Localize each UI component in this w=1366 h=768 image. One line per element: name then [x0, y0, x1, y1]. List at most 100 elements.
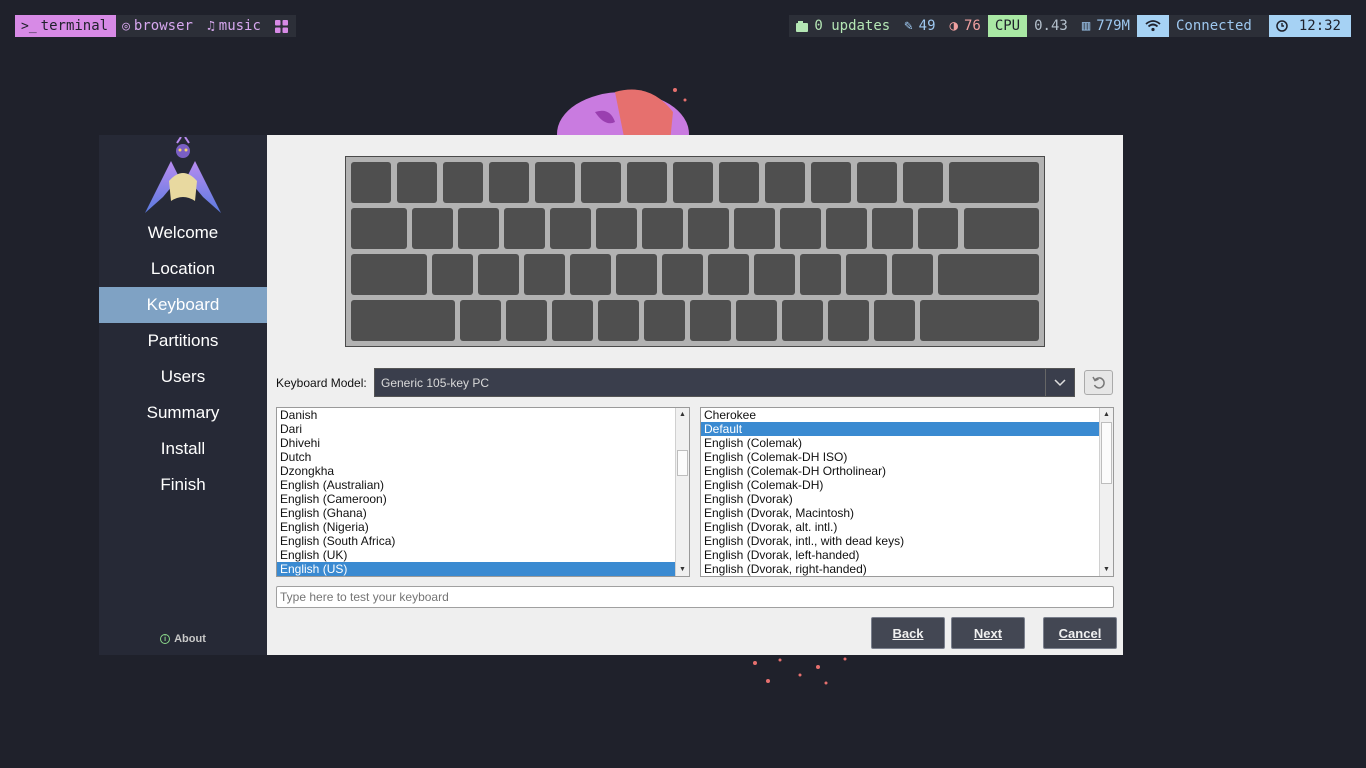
memory-chip-icon: ▥ [1081, 18, 1091, 34]
chevron-down-icon[interactable] [1045, 369, 1074, 396]
about-button[interactable]: i About [99, 633, 267, 645]
clock-time[interactable]: 12:32 [1294, 15, 1351, 37]
list-item[interactable]: English (Dvorak) [701, 492, 1099, 506]
list-item[interactable]: English (Ghana) [277, 506, 675, 520]
scroll-thumb[interactable] [677, 450, 688, 476]
scroll-thumb[interactable] [1101, 422, 1112, 484]
keycap [765, 162, 805, 203]
list-item[interactable]: English (Colemak) [701, 436, 1099, 450]
scroll-down-icon[interactable]: ▼ [676, 563, 689, 576]
brightness-value: 49 [918, 18, 936, 34]
reset-model-button[interactable] [1084, 370, 1113, 395]
keycap [596, 208, 637, 249]
list-item[interactable]: English (Nigeria) [277, 520, 675, 534]
list-item[interactable]: English (Dvorak, left-handed) [701, 548, 1099, 562]
list-item[interactable]: Dzongkha [277, 464, 675, 478]
step-welcome[interactable]: Welcome [99, 215, 267, 251]
keycap [351, 300, 455, 341]
layout-list[interactable]: Danish Dari Dhivehi Dutch Dzongkha English (A… [276, 407, 690, 577]
keycap [581, 162, 621, 203]
brightness-indicator[interactable]: ✎ 49 [897, 15, 942, 37]
distro-logo [145, 137, 221, 213]
memory-indicator[interactable]: ▥ 779M [1075, 15, 1137, 37]
list-item[interactable]: English (Dvorak, alt. intl.) [701, 520, 1099, 534]
status-area: 0 updates ✎ 49 ◑ 76 CPU 0.43 ▥ 779M Conn… [789, 15, 1351, 37]
keycap [351, 162, 391, 203]
package-icon [796, 20, 809, 32]
step-summary[interactable]: Summary [99, 395, 267, 431]
back-button[interactable]: Back [871, 617, 945, 649]
keycap [708, 254, 749, 295]
variant-list[interactable]: Cherokee Default English (Colemak) English … [700, 407, 1114, 577]
step-install[interactable]: Install [99, 431, 267, 467]
workspace-terminal[interactable]: >_ terminal [15, 15, 117, 37]
installer-window: Welcome Location Keyboard Partitions Use… [99, 135, 1123, 655]
keycap [460, 300, 501, 341]
list-item[interactable]: Danish [277, 408, 675, 422]
scroll-up-icon[interactable]: ▲ [1100, 408, 1113, 421]
keycap [397, 162, 437, 203]
list-item[interactable]: Cherokee [701, 408, 1099, 422]
updates-text: 0 updates [814, 18, 891, 34]
workspace-grid[interactable] [269, 15, 296, 37]
memory-value: 779M [1096, 18, 1130, 34]
cancel-button[interactable]: Cancel [1043, 617, 1117, 649]
contrast-icon: ◑ [949, 18, 958, 34]
workspace-browser[interactable]: ◎ browser [116, 15, 201, 37]
keycap [351, 254, 427, 295]
list-item[interactable]: Dutch [277, 450, 675, 464]
step-location[interactable]: Location [99, 251, 267, 287]
keyboard-model-label: Keyboard Model: [276, 376, 367, 390]
step-partitions[interactable]: Partitions [99, 323, 267, 359]
list-item[interactable]: English (Colemak-DH ISO) [701, 450, 1099, 464]
keyboard-model-select[interactable]: Generic 105-key PC [374, 368, 1075, 397]
clock-icon [1268, 15, 1295, 37]
list-item[interactable]: Dhivehi [277, 436, 675, 450]
keyboard-model-value: Generic 105-key PC [381, 375, 490, 390]
updates-indicator[interactable]: 0 updates [789, 15, 897, 37]
grid-icon [274, 19, 288, 33]
keycap [458, 208, 499, 249]
keycap [719, 162, 759, 203]
keycap [662, 254, 703, 295]
list-item[interactable]: English (Dvorak, right-handed) [701, 562, 1099, 576]
step-finish[interactable]: Finish [99, 467, 267, 503]
keycap [644, 300, 685, 341]
step-users[interactable]: Users [99, 359, 267, 395]
list-item[interactable]: English (Dvorak, intl., with dead keys) [701, 534, 1099, 548]
list-item[interactable]: English (South Africa) [277, 534, 675, 548]
list-item[interactable]: English (Cameroon) [277, 492, 675, 506]
list-item[interactable]: English (Australian) [277, 478, 675, 492]
terminal-icon: >_ [21, 18, 37, 34]
list-item[interactable]: English (Colemak-DH) [701, 478, 1099, 492]
keycap [570, 254, 611, 295]
scroll-up-icon[interactable]: ▲ [676, 408, 689, 421]
step-keyboard[interactable]: Keyboard [99, 287, 267, 323]
workspace-switcher: >_ terminal ◎ browser ♫ music [15, 15, 296, 37]
contrast-indicator[interactable]: ◑ 76 [943, 15, 988, 37]
list-item[interactable]: Default [701, 422, 1099, 436]
keycap [892, 254, 933, 295]
layout-scrollbar[interactable]: ▲ ▼ [675, 408, 689, 576]
next-button[interactable]: Next [951, 617, 1025, 649]
keyboard-test-input[interactable] [276, 586, 1114, 608]
list-item[interactable]: English (UK) [277, 548, 675, 562]
list-item[interactable]: English (US) [277, 562, 675, 576]
scroll-down-icon[interactable]: ▼ [1100, 563, 1113, 576]
sidebar: Welcome Location Keyboard Partitions Use… [99, 135, 267, 655]
keycap [800, 254, 841, 295]
about-label: About [174, 633, 206, 645]
keycap [443, 162, 483, 203]
list-item[interactable]: English (Colemak-DH Ortholinear) [701, 464, 1099, 478]
variant-scrollbar[interactable]: ▲ ▼ [1099, 408, 1113, 576]
workspace-music[interactable]: ♫ music [201, 15, 269, 37]
list-item[interactable]: English (Dvorak, Macintosh) [701, 506, 1099, 520]
keycap [782, 300, 823, 341]
wifi-status[interactable]: Connected [1169, 15, 1259, 37]
cpu-value: 0.43 [1034, 18, 1068, 34]
chrome-icon: ◎ [122, 18, 130, 34]
keycap [734, 208, 775, 249]
list-item[interactable]: Dari [277, 422, 675, 436]
wifi-icon[interactable] [1136, 15, 1169, 37]
top-bar: >_ terminal ◎ browser ♫ music 0 updates … [0, 15, 1366, 37]
